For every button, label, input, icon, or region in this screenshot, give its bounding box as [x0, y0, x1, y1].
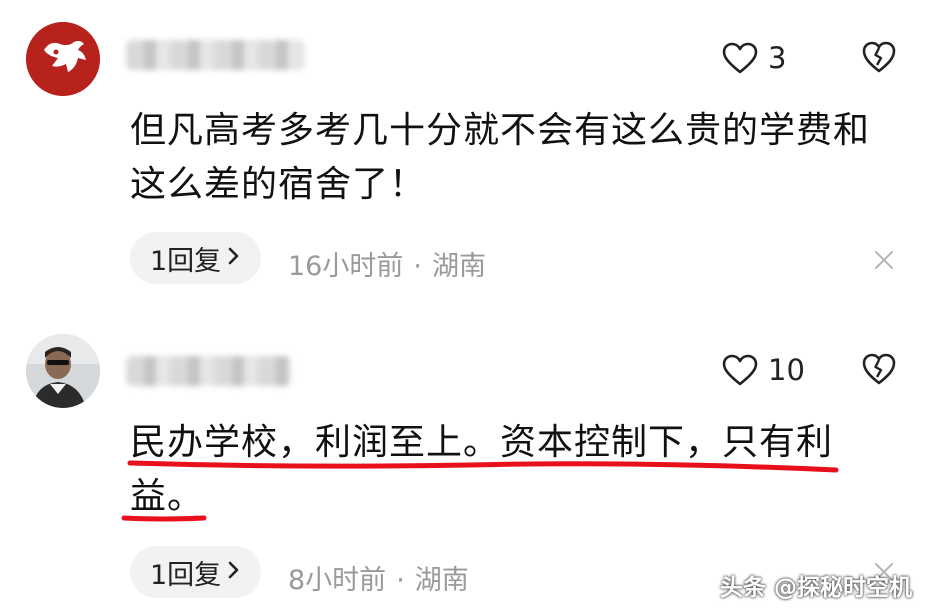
watermark: 头条 @探秘时空机	[719, 575, 912, 601]
reply-label: 1回复	[150, 245, 222, 277]
comment-text: 民办学校，利润至上。资本控制下，只有利益。	[130, 422, 834, 517]
close-x-icon[interactable]	[874, 250, 894, 270]
comment-item: 3 但凡高考多考几十分就不会有这么贵的学费和这么差的宿舍了！ 1回复 16小时前…	[0, 0, 930, 312]
username-blurred[interactable]	[126, 40, 304, 70]
meta-separator: ·	[396, 565, 405, 596]
comment-meta: 8小时前 · 湖南	[288, 558, 469, 597]
avatar[interactable]	[26, 334, 100, 408]
comment-meta: 16小时前 · 湖南	[288, 244, 486, 283]
comment-location: 湖南	[431, 251, 486, 282]
reply-button[interactable]: 1回复	[130, 546, 262, 598]
like-count: 3	[768, 41, 787, 75]
comment-text: 但凡高考多考几十分就不会有这么贵的学费和这么差的宿舍了！	[130, 110, 871, 205]
comment-time: 16小时前	[288, 251, 404, 282]
like-button[interactable]: 10	[722, 348, 805, 392]
comment-location: 湖南	[414, 565, 469, 596]
broken-heart-icon[interactable]	[862, 40, 896, 74]
avatar[interactable]	[26, 22, 100, 96]
broken-heart-icon[interactable]	[862, 352, 896, 386]
like-button[interactable]: 3	[722, 36, 786, 80]
like-count: 10	[768, 353, 805, 387]
username-blurred[interactable]	[126, 356, 291, 386]
comment-time: 8小时前	[288, 565, 387, 596]
reply-label: 1回复	[150, 559, 222, 591]
avatar-logo	[26, 22, 100, 96]
meta-separator: ·	[413, 251, 422, 282]
heart-outline-icon	[722, 354, 758, 386]
heart-outline-icon	[722, 42, 758, 74]
chevron-right-icon	[227, 243, 241, 273]
reply-button[interactable]: 1回复	[130, 232, 262, 284]
avatar-photo	[26, 334, 100, 408]
chevron-right-icon	[227, 557, 241, 587]
